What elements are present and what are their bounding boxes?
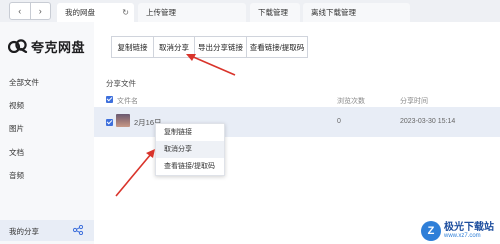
logo-text: 夸克网盘 bbox=[31, 39, 86, 55]
tab-download[interactable]: 下载管理 bbox=[250, 3, 300, 22]
share-icon bbox=[73, 225, 83, 235]
column-header-views[interactable]: 浏览次数 bbox=[337, 96, 365, 106]
watermark: Z 极光下载站 www.xz7.com bbox=[421, 221, 494, 241]
forward-button[interactable]: › bbox=[29, 3, 51, 19]
section-title: 分享文件 bbox=[106, 79, 136, 88]
sidebar-item-label: 我的分享 bbox=[9, 227, 39, 236]
tab-upload[interactable]: 上传管理 bbox=[138, 3, 246, 22]
share-time: 2023-03-30 15:14 bbox=[400, 118, 456, 125]
title-bar: ‹ › 我的网盘 ↻ 上传管理 下载管理 离线下载管理 bbox=[0, 0, 500, 22]
logo: 夸克网盘 bbox=[8, 37, 85, 55]
tab-offline-download[interactable]: 离线下载管理 bbox=[303, 3, 410, 22]
tab-label: 上传管理 bbox=[146, 8, 176, 17]
sidebar: 夸克网盘 全部文件 视频 图片 文档 音频 我的分享 bbox=[0, 22, 94, 244]
tab-label: 我的网盘 bbox=[65, 8, 95, 17]
sidebar-item-documents[interactable]: 文档 bbox=[9, 147, 24, 158]
table-header: 文件名 浏览次数 分享时间 bbox=[106, 93, 496, 107]
sidebar-item-my-shares[interactable]: 我的分享 bbox=[0, 220, 94, 241]
watermark-logo-icon: Z bbox=[421, 221, 441, 241]
sidebar-item-all-files[interactable]: 全部文件 bbox=[9, 77, 39, 88]
sidebar-item-audio[interactable]: 音频 bbox=[9, 170, 24, 181]
column-header-name[interactable]: 文件名 bbox=[117, 96, 138, 106]
view-link-code-button[interactable]: 查看链接/提取码 bbox=[246, 36, 308, 58]
tab-label: 离线下载管理 bbox=[311, 8, 356, 17]
row-checkbox[interactable] bbox=[106, 119, 113, 126]
select-all-checkbox[interactable] bbox=[106, 96, 113, 103]
menu-item-view-link-code[interactable]: 查看链接/提取码 bbox=[156, 158, 224, 175]
refresh-icon[interactable]: ↻ bbox=[122, 3, 129, 22]
tab-my-drive[interactable]: 我的网盘 ↻ bbox=[57, 3, 134, 22]
file-thumbnail bbox=[116, 114, 130, 127]
sidebar-item-video[interactable]: 视频 bbox=[9, 100, 24, 111]
watermark-url: www.xz7.com bbox=[444, 233, 481, 239]
cloud-logo-icon bbox=[8, 39, 28, 53]
sidebar-item-images[interactable]: 图片 bbox=[9, 123, 24, 134]
tab-label: 下载管理 bbox=[258, 8, 288, 17]
column-header-time[interactable]: 分享时间 bbox=[400, 96, 428, 106]
export-share-links-button[interactable]: 导出分享链接 bbox=[194, 36, 247, 58]
watermark-title: 极光下载站 bbox=[444, 222, 494, 233]
nav-arrows: ‹ › bbox=[9, 2, 51, 20]
copy-link-button[interactable]: 复制链接 bbox=[111, 36, 154, 58]
view-count: 0 bbox=[337, 118, 341, 125]
back-button[interactable]: ‹ bbox=[10, 3, 30, 19]
context-menu: 复制链接 取消分享 查看链接/提取码 bbox=[155, 123, 225, 176]
menu-item-cancel-share[interactable]: 取消分享 bbox=[156, 141, 224, 158]
menu-item-copy-link[interactable]: 复制链接 bbox=[156, 124, 224, 141]
cancel-share-button[interactable]: 取消分享 bbox=[153, 36, 195, 58]
